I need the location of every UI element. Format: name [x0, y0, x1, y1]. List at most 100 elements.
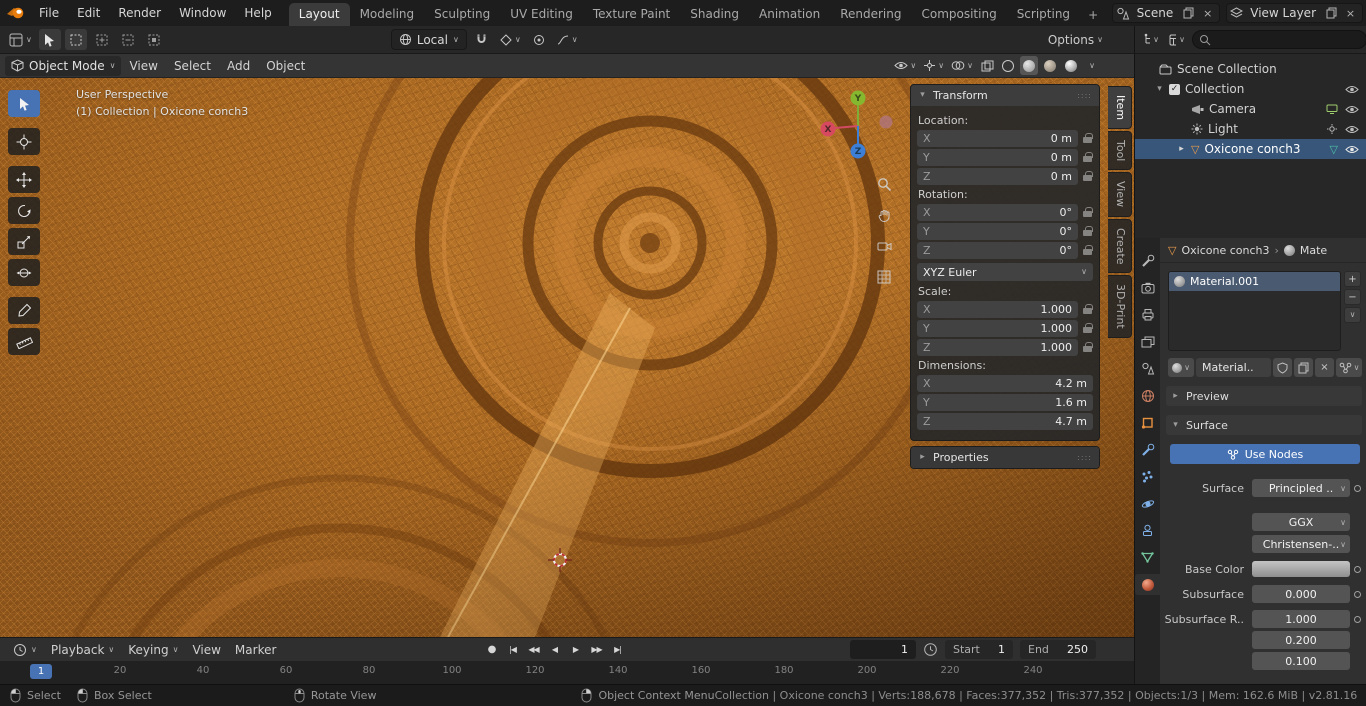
location-z-field[interactable]: Z0 m — [917, 168, 1078, 185]
workspace-tab-layout[interactable]: Layout — [288, 3, 350, 26]
tool-annotate[interactable] — [8, 297, 40, 324]
distribution-dropdown[interactable]: GGX ∨ — [1252, 513, 1350, 531]
tab-item[interactable]: Item — [1108, 86, 1132, 130]
shading-wireframe-button[interactable] — [999, 56, 1017, 75]
animate-dot[interactable] — [1353, 484, 1361, 492]
navigation-gizmo[interactable]: Y X Z — [812, 84, 904, 168]
lock-icon[interactable] — [1083, 171, 1093, 182]
end-frame-field[interactable]: End 250 — [1020, 640, 1096, 659]
workspace-tab-modeling[interactable]: Modeling — [350, 3, 425, 26]
workspace-tab-sculpting[interactable]: Sculpting — [424, 3, 500, 26]
tool-measure[interactable] — [8, 328, 40, 355]
eye-icon[interactable] — [1345, 85, 1359, 94]
scene-selector[interactable]: Scene × — [1111, 3, 1221, 23]
slot-specials-button[interactable]: ∨ — [1344, 307, 1361, 323]
tab-object-properties[interactable] — [1135, 412, 1161, 433]
tab-physics-properties[interactable] — [1135, 493, 1161, 514]
pan-button[interactable] — [874, 205, 894, 225]
tab-create[interactable]: Create — [1108, 218, 1132, 274]
jump-to-end-button[interactable]: ▶| — [608, 640, 627, 659]
playhead[interactable]: 1 — [30, 664, 52, 679]
tab-view[interactable]: View — [1108, 172, 1132, 217]
surface-section-header[interactable]: ▾ Surface — [1166, 415, 1362, 435]
jump-to-next-keyframe-button[interactable]: ▶▶ — [587, 640, 606, 659]
surface-shader-dropdown[interactable]: Principled .. ∨ — [1252, 479, 1350, 497]
tab-particle-properties[interactable] — [1135, 466, 1161, 487]
new-material-button[interactable] — [1294, 358, 1313, 377]
remove-view-layer-button[interactable]: × — [1342, 5, 1359, 22]
subsurface-method-dropdown[interactable]: Christensen-.. ∨ — [1252, 535, 1350, 553]
lock-icon[interactable] — [1083, 226, 1093, 237]
viewport-menu-add[interactable]: Add — [219, 59, 258, 73]
jump-to-prev-keyframe-button[interactable]: ◀◀ — [524, 640, 543, 659]
tool-move[interactable] — [8, 166, 40, 193]
workspace-tab-animation[interactable]: Animation — [749, 3, 830, 26]
animate-dot[interactable] — [1353, 590, 1361, 598]
xray-toggle[interactable] — [978, 56, 996, 75]
tab-tool-properties[interactable] — [1135, 250, 1161, 271]
timeline-menu-marker[interactable]: Marker — [228, 643, 283, 657]
rotation-mode-dropdown[interactable]: XYZ Euler ∨ — [917, 263, 1093, 281]
timeline-menu-playback[interactable]: Playback ∨ — [44, 643, 121, 657]
expand-arrow-icon[interactable]: ▸ — [1177, 144, 1186, 154]
outliner-editor-type-button[interactable]: ∨ — [1140, 29, 1162, 50]
select-mode-set-button[interactable] — [64, 29, 87, 50]
animate-dot[interactable] — [1353, 565, 1361, 573]
menu-window[interactable]: Window — [170, 0, 235, 26]
subsurface-radius-x[interactable]: 1.000 — [1252, 610, 1350, 628]
remove-slot-button[interactable]: − — [1344, 289, 1361, 305]
transform-panel-header[interactable]: ▾ Transform :::: — [911, 85, 1099, 106]
outliner-row-camera[interactable]: Camera — [1135, 99, 1366, 119]
base-color-swatch[interactable] — [1252, 561, 1350, 577]
location-x-field[interactable]: X0 m — [917, 130, 1078, 147]
workspace-tab-compositing[interactable]: Compositing — [911, 3, 1006, 26]
mode-dropdown[interactable]: Object Mode ∨ — [5, 55, 122, 76]
subsurface-radius-y[interactable]: 0.200 — [1252, 631, 1350, 649]
active-tool-button[interactable] — [38, 29, 61, 50]
shading-material-button[interactable] — [1041, 56, 1059, 75]
scale-z-field[interactable]: Z 1.000 — [917, 339, 1078, 356]
preview-section-header[interactable]: ▸ Preview — [1166, 386, 1362, 406]
play-button[interactable]: ▶ — [566, 640, 585, 659]
location-y-field[interactable]: Y0 m — [917, 149, 1078, 166]
shading-solid-button[interactable] — [1020, 56, 1038, 75]
view-layer-selector[interactable]: View Layer × — [1226, 3, 1363, 23]
timeline-menu-keying[interactable]: Keying ∨ — [121, 643, 185, 657]
viewport-menu-select[interactable]: Select — [166, 59, 219, 73]
outliner-row-light[interactable]: Light — [1135, 119, 1366, 139]
menu-file[interactable]: File — [30, 0, 68, 26]
unlink-material-button[interactable]: × — [1315, 358, 1334, 377]
tab-render-properties[interactable] — [1135, 277, 1161, 298]
tool-cursor[interactable] — [8, 128, 40, 155]
object-types-visibility-dropdown[interactable]: ∨ — [892, 56, 918, 75]
breadcrumb-object-name[interactable]: Oxicone conch3 — [1181, 244, 1269, 257]
timeline-editor-type-button[interactable]: ∨ — [6, 643, 44, 657]
lock-icon[interactable] — [1083, 342, 1093, 353]
auto-keying-record-button[interactable]: ● — [482, 640, 501, 659]
browse-material-button[interactable]: ∨ — [1168, 358, 1194, 377]
outliner-search-input[interactable] — [1215, 33, 1360, 46]
tab-output-properties[interactable] — [1135, 304, 1161, 325]
scale-x-field[interactable]: X 1.000 — [917, 301, 1078, 318]
lock-icon[interactable] — [1083, 207, 1093, 218]
select-mode-invert-button[interactable] — [143, 29, 165, 50]
play-reverse-button[interactable]: ◀ — [545, 640, 564, 659]
animate-dot[interactable] — [1353, 615, 1361, 623]
tab-constraint-properties[interactable] — [1135, 520, 1161, 541]
eye-icon[interactable] — [1345, 125, 1359, 134]
tool-rotate[interactable] — [8, 197, 40, 224]
options-dropdown[interactable]: Options ∨ — [1045, 29, 1106, 50]
outliner-row-oxicone-conch3[interactable]: ▸ ▽ Oxicone conch3 ▽ — [1135, 139, 1366, 159]
zoom-button[interactable] — [874, 174, 894, 194]
menu-edit[interactable]: Edit — [68, 0, 109, 26]
lock-icon[interactable] — [1083, 323, 1093, 334]
lock-icon[interactable] — [1083, 245, 1093, 256]
toggle-ortho-button[interactable] — [874, 267, 894, 287]
breadcrumb-material-name[interactable]: Mate — [1300, 244, 1327, 257]
material-slot-list[interactable]: Material.001 — [1168, 271, 1341, 351]
transform-orientation-dropdown[interactable]: Local ∨ — [390, 29, 467, 50]
tab-modifier-properties[interactable] — [1135, 439, 1161, 460]
subsurface-slider[interactable]: 0.000 — [1252, 585, 1350, 603]
current-frame-field[interactable]: 1 — [850, 640, 916, 659]
scale-y-field[interactable]: Y 1.000 — [917, 320, 1078, 337]
